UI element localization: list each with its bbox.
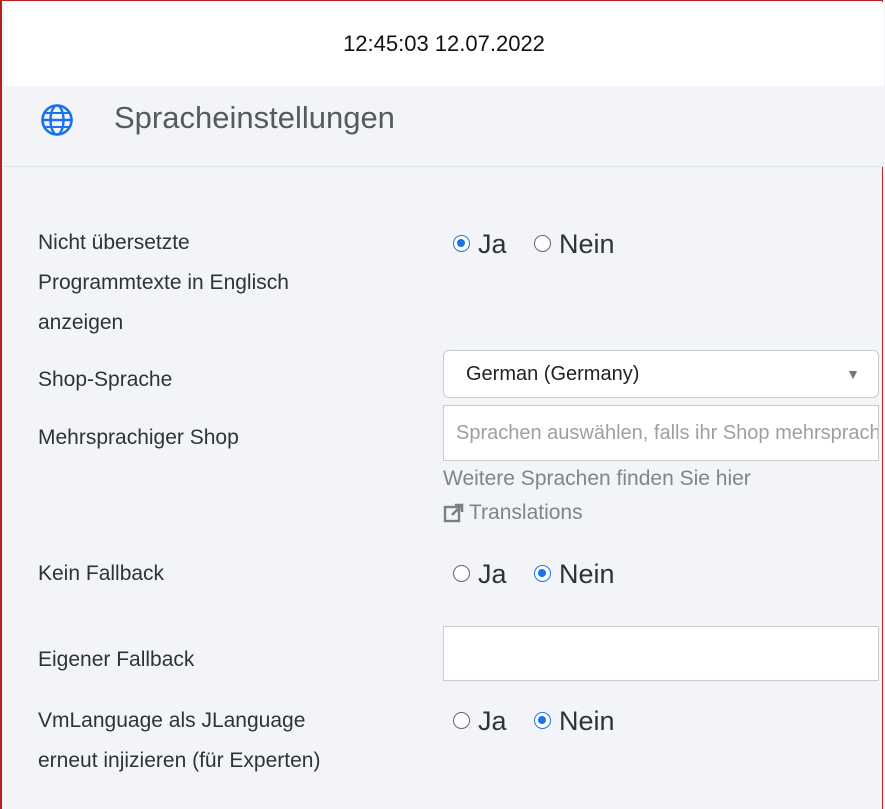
no-fallback-yes-radio[interactable] — [453, 565, 470, 582]
untranslated-no-radio[interactable] — [534, 235, 552, 252]
multilang-hint-text: Weitere Sprachen finden Sie hier — [443, 467, 751, 490]
section-title: Spracheinstellungen — [114, 100, 395, 135]
no-fallback-no-option[interactable]: Nein — [534, 557, 615, 591]
section-header: Spracheinstellungen — [4, 86, 884, 167]
no-fallback-label: Kein Fallback — [38, 562, 165, 585]
timestamp: 12:45:03 12.07.2022 — [4, 2, 884, 86]
untranslated-label-line3: anzeigen — [38, 311, 124, 334]
no-fallback-radio-group: Ja Nein — [453, 556, 635, 591]
no-fallback-no-radio[interactable] — [534, 565, 552, 582]
untranslated-label-line1: Nicht übersetzte — [38, 231, 190, 254]
multilang-label: Mehrsprachiger Shop — [38, 426, 239, 449]
multilang-input[interactable]: Sprachen auswählen, falls ihr Shop mehrs… — [443, 405, 879, 461]
shop-language-select[interactable]: German (Germany) ▼ — [443, 350, 879, 398]
vmlanguage-radio-group: Ja Nein — [453, 703, 635, 738]
vmlanguage-yes-option[interactable]: Ja — [453, 704, 507, 738]
globe-icon — [41, 104, 73, 136]
no-fallback-yes-label: Ja — [478, 558, 507, 589]
untranslated-yes-radio[interactable] — [453, 235, 470, 252]
untranslated-yes-option[interactable]: Ja — [453, 227, 507, 261]
untranslated-yes-label: Ja — [478, 228, 507, 259]
vmlanguage-label-line2: erneut injizieren (für Experten) — [38, 749, 321, 772]
untranslated-label: Nicht übersetzte Programmtexte in Englis… — [38, 223, 289, 343]
untranslated-no-label: Nein — [559, 228, 615, 259]
vmlanguage-no-option[interactable]: Nein — [534, 704, 615, 738]
shop-language-value: German (Germany) — [466, 363, 640, 385]
vmlanguage-label: VmLanguage als JLanguage erneut injizier… — [38, 701, 320, 781]
dropdown-arrow-icon: ▼ — [846, 366, 860, 382]
translations-link-text[interactable]: Translations — [469, 496, 583, 530]
translations-link[interactable]: Translations — [443, 496, 751, 530]
untranslated-label-line2: Programmtexte in Englisch — [38, 271, 289, 294]
settings-panel: 12:45:03 12.07.2022 Spracheinstellungen … — [0, 0, 884, 809]
vmlanguage-no-radio[interactable] — [534, 712, 552, 729]
own-fallback-input[interactable] — [443, 626, 879, 681]
untranslated-radio-group: Ja Nein — [453, 226, 635, 261]
vmlanguage-yes-radio[interactable] — [453, 712, 470, 729]
vmlanguage-label-line1: VmLanguage als JLanguage — [38, 709, 306, 732]
vmlanguage-no-label: Nein — [559, 705, 615, 736]
multilang-hint: Weitere Sprachen finden Sie hier Transla… — [443, 462, 751, 530]
external-link-icon — [443, 503, 464, 523]
no-fallback-no-label: Nein — [559, 558, 615, 589]
no-fallback-yes-option[interactable]: Ja — [453, 557, 507, 591]
untranslated-no-option[interactable]: Nein — [534, 227, 615, 261]
vmlanguage-yes-label: Ja — [478, 705, 507, 736]
shop-language-label: Shop-Sprache — [38, 368, 173, 391]
own-fallback-label: Eigener Fallback — [38, 648, 195, 671]
